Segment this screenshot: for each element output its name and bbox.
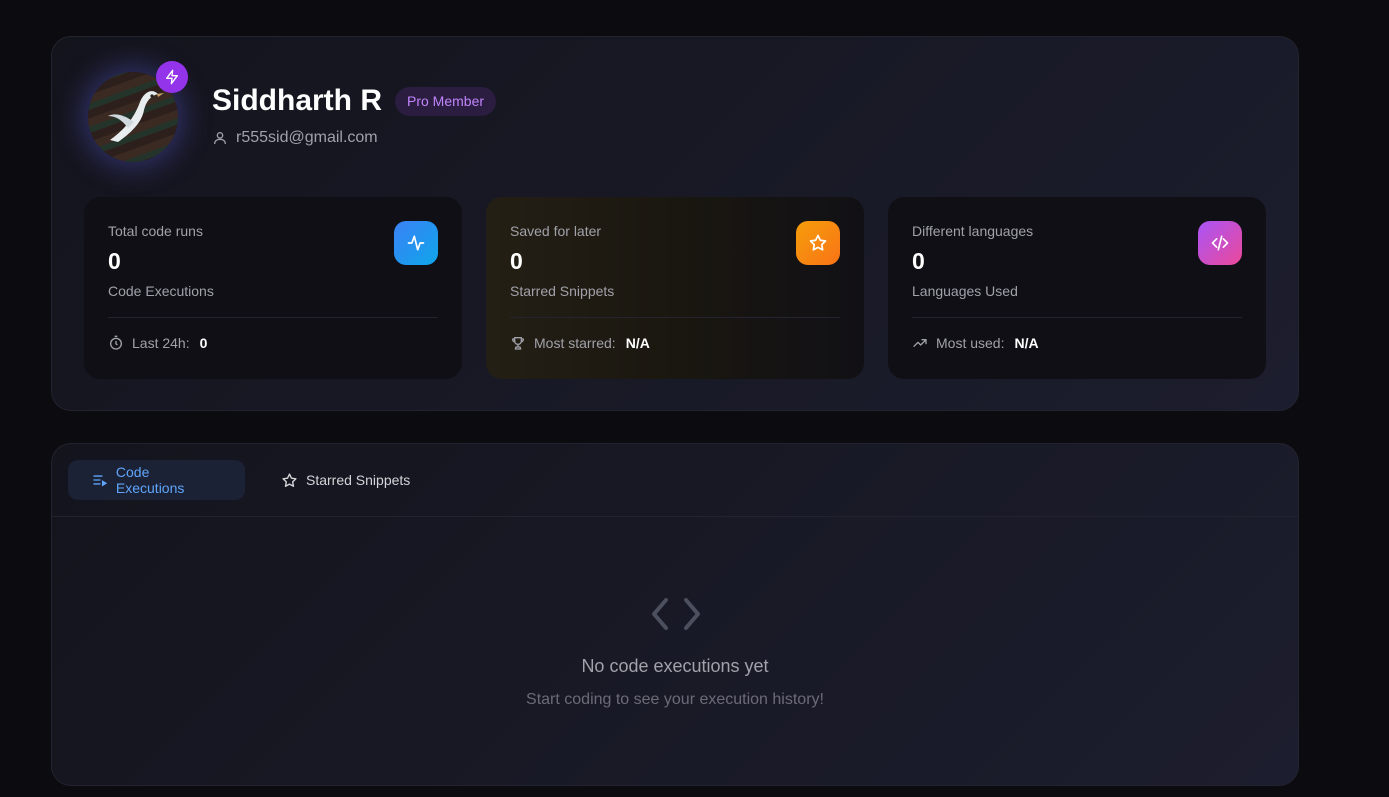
history-card: Code Executions Starred Snippets No code…: [51, 443, 1299, 786]
email-row: r555sid@gmail.com: [212, 129, 378, 147]
stat-footer-label: Most used:: [936, 335, 1005, 351]
pro-member-badge: Pro Member: [395, 87, 497, 116]
stat-footer-value: N/A: [1014, 335, 1039, 351]
stat-label: Different languages: [912, 223, 1034, 239]
stat-card-code-runs: Total code runs 0 Code Executions Last 2…: [84, 197, 462, 379]
trophy-icon: [511, 337, 524, 350]
stat-value: 0: [510, 248, 523, 274]
stat-icon-box: [796, 221, 840, 265]
stat-footer-label: Last 24h:: [132, 335, 190, 351]
stat-sub: Languages Used: [912, 283, 1018, 299]
star-icon: [809, 234, 827, 251]
tab-code-executions[interactable]: Code Executions: [68, 460, 245, 500]
activity-icon: [407, 235, 425, 251]
stat-sub: Code Executions: [108, 283, 214, 299]
stat-icon-box: [394, 221, 438, 265]
stat-label: Total code runs: [108, 223, 203, 239]
stat-footer: Most starred: N/A: [510, 335, 650, 351]
stat-footer-value: 0: [199, 335, 208, 351]
tab-starred-snippets[interactable]: Starred Snippets: [257, 460, 434, 500]
divider: [510, 317, 840, 318]
bolt-icon: [166, 69, 178, 85]
user-name: Siddharth R: [212, 84, 382, 117]
stat-icon-box: [1198, 221, 1242, 265]
stat-footer-label: Most starred:: [534, 335, 616, 351]
stat-footer: Last 24h: 0: [108, 335, 207, 351]
tab-label: Starred Snippets: [306, 472, 411, 488]
empty-state-title: No code executions yet: [581, 656, 769, 676]
stat-value: 0: [108, 248, 121, 274]
divider: [108, 317, 438, 318]
trending-up-icon: [913, 339, 927, 347]
list-play-icon: [93, 475, 108, 487]
pro-status-badge: [156, 61, 188, 93]
timer-icon: [110, 335, 122, 350]
stat-sub: Starred Snippets: [510, 283, 615, 299]
stat-footer: Most used: N/A: [912, 335, 1039, 351]
divider: [912, 317, 1242, 318]
code-brackets-icon: [652, 594, 700, 639]
stat-footer-value: N/A: [625, 335, 650, 351]
star-icon: [282, 472, 297, 487]
stat-card-languages: Different languages 0 Languages Used Mos…: [888, 197, 1266, 379]
stat-label: Saved for later: [510, 223, 602, 239]
user-icon: [214, 132, 226, 145]
stat-card-starred: Saved for later 0 Starred Snippets Most …: [486, 197, 864, 379]
tab-label: Code Executions: [115, 464, 185, 496]
profile-card: Siddharth R Pro Member r555sid@gmail.com…: [51, 36, 1299, 411]
empty-state-subtitle: Start coding to see your execution histo…: [526, 691, 824, 708]
code-icon: [1211, 235, 1229, 251]
user-email: r555sid@gmail.com: [236, 129, 378, 146]
tab-bar: Code Executions Starred Snippets: [52, 444, 1298, 517]
stat-value: 0: [912, 248, 925, 274]
